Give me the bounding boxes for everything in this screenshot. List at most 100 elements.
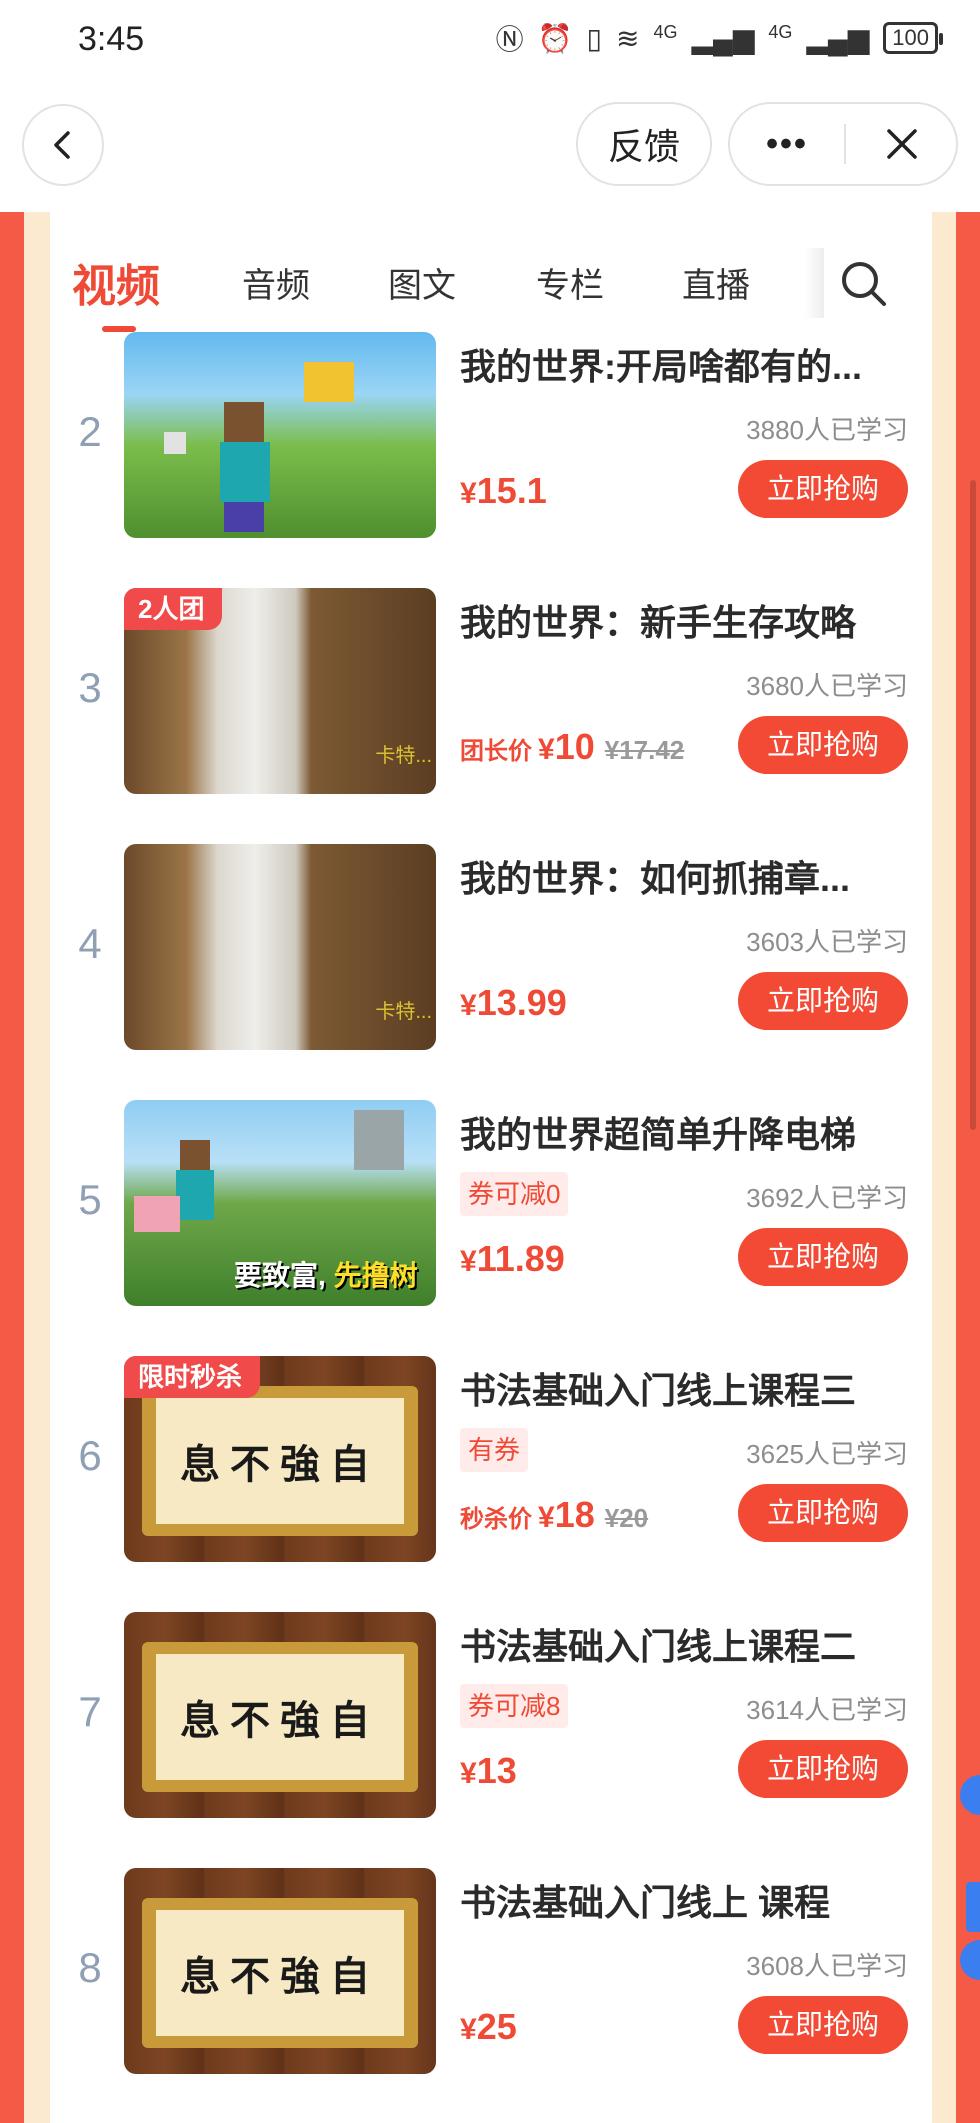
price: ¥ 13.99 bbox=[460, 982, 567, 1024]
course-thumbnail[interactable]: 息不強自 限时秒杀 bbox=[124, 1356, 436, 1562]
buy-now-button[interactable]: 立即抢购 bbox=[738, 1484, 908, 1542]
scroll-text: 息不強自 bbox=[156, 1398, 404, 1524]
course-title: 书法基础入门线上 课程 bbox=[460, 1882, 831, 1923]
course-thumbnail[interactable]: 息不強自 bbox=[124, 1868, 436, 2074]
status-time: 3:45 bbox=[78, 20, 145, 58]
calligraphy-scroll: 息不強自 bbox=[142, 1386, 418, 1536]
course-title: 书法基础入门线上课程三 bbox=[460, 1370, 857, 1411]
tab-column[interactable]: 专栏 bbox=[536, 258, 604, 307]
course-item[interactable]: 2 我的世界:开局啥都有的... 3880人已学习 ¥ 15.1 立即抢购 bbox=[50, 332, 932, 562]
buy-now-button[interactable]: 立即抢购 bbox=[738, 1996, 908, 2054]
course-thumbnail[interactable]: 息不強自 bbox=[124, 1612, 436, 1818]
course-title: 书法基础入门线上课程二 bbox=[460, 1626, 857, 1667]
price: 团长价 ¥ 10 ¥17.42 bbox=[460, 726, 684, 768]
original-price: ¥20 bbox=[604, 1503, 649, 1533]
thumbnail-caption: 要致富, 先撸树 bbox=[234, 1254, 418, 1294]
thumbnail-watermark: 卡特... bbox=[375, 745, 432, 767]
price-value: 13.99 bbox=[476, 982, 567, 1023]
search-button[interactable] bbox=[838, 258, 890, 310]
character-body bbox=[220, 442, 270, 502]
price: ¥ 13 bbox=[460, 1750, 517, 1792]
course-item[interactable]: 8 息不強自 书法基础入门线上 课程 3608人已学习 ¥ 25 立即抢购 bbox=[50, 1868, 932, 2098]
buy-now-button[interactable]: 立即抢购 bbox=[738, 1228, 908, 1286]
learner-count: 3692人已学习 bbox=[746, 1183, 908, 1213]
tab-fade bbox=[804, 248, 824, 318]
buy-now-button[interactable]: 立即抢购 bbox=[738, 1740, 908, 1798]
currency-symbol: ¥ bbox=[460, 989, 477, 1022]
rank-number: 7 bbox=[78, 1688, 102, 1735]
tab-live[interactable]: 直播 bbox=[682, 258, 750, 307]
search-icon bbox=[842, 262, 886, 306]
course-title: 我的世界:开局啥都有的... bbox=[460, 346, 862, 387]
course-thumbnail[interactable] bbox=[124, 332, 436, 538]
alarm-icon: ⏰ bbox=[537, 22, 573, 54]
tab-article[interactable]: 图文 bbox=[388, 258, 456, 307]
currency-symbol: ¥ bbox=[460, 2013, 477, 2046]
course-item[interactable]: 5 要致富, 先撸树 我的世界超简单升降电梯 券可减0 3692人已学习 ¥ 1… bbox=[50, 1100, 932, 1330]
coupon-badge: 有券 bbox=[460, 1428, 529, 1472]
rank-number: 2 bbox=[78, 408, 102, 455]
original-price: ¥17.42 bbox=[604, 735, 685, 765]
status-bar: 3:45 Ⓝ ⏰ ▯ ≋ 4G ▂▄▆ 4G ▂▄▆ 100 bbox=[0, 0, 980, 80]
group-buy-tag: 2人团 bbox=[124, 588, 223, 630]
price-value: 15.1 bbox=[476, 470, 547, 511]
flash-sale-tag: 限时秒杀 bbox=[124, 1356, 261, 1398]
thumbnail-caption-a: 要致富, bbox=[234, 1260, 334, 1291]
character-body bbox=[176, 1170, 214, 1220]
learner-count: 3603人已学习 bbox=[746, 927, 908, 957]
rank-number: 3 bbox=[78, 664, 102, 711]
character-head bbox=[224, 402, 264, 442]
price-value: 10 bbox=[554, 726, 595, 767]
learner-count: 3680人已学习 bbox=[746, 671, 908, 701]
calligraphy-scroll: 息不強自 bbox=[142, 1642, 418, 1792]
currency-symbol: ¥ bbox=[460, 1245, 477, 1278]
course-thumbnail[interactable]: 2人团 卡特... bbox=[124, 588, 436, 794]
vibrate-icon: ▯ bbox=[586, 22, 602, 54]
floating-widget[interactable] bbox=[966, 1882, 980, 1932]
tab-audio[interactable]: 音频 bbox=[242, 258, 310, 307]
rank-number: 4 bbox=[78, 920, 102, 967]
price: 秒杀价 ¥ 18 ¥20 bbox=[460, 1494, 648, 1536]
course-thumbnail[interactable]: 卡特... bbox=[124, 844, 436, 1050]
price-value: 25 bbox=[476, 2006, 517, 2047]
course-title: 我的世界：如何抓捕章... bbox=[460, 858, 851, 899]
close-button[interactable] bbox=[846, 104, 958, 184]
buy-now-button[interactable]: 立即抢购 bbox=[738, 460, 908, 518]
buy-now-button[interactable]: 立即抢购 bbox=[738, 716, 908, 774]
close-icon bbox=[887, 129, 917, 159]
price-value: 18 bbox=[554, 1494, 595, 1535]
scrollbar[interactable] bbox=[970, 480, 976, 1130]
price-label: 秒杀价 bbox=[460, 1506, 532, 1533]
chevron-left-icon bbox=[54, 131, 70, 159]
more-button[interactable]: ••• bbox=[730, 104, 844, 184]
currency-symbol: ¥ bbox=[460, 1757, 477, 1790]
course-thumbnail[interactable]: 要致富, 先撸树 bbox=[124, 1100, 436, 1306]
bee-icon bbox=[304, 362, 354, 402]
character-head bbox=[180, 1140, 210, 1170]
back-button[interactable] bbox=[22, 104, 104, 186]
price: ¥ 15.1 bbox=[460, 470, 547, 512]
learner-count: 3880人已学习 bbox=[746, 415, 908, 445]
course-item[interactable]: 3 2人团 卡特... 我的世界：新手生存攻略 3680人已学习 团长价 ¥ 1… bbox=[50, 588, 932, 818]
course-item[interactable]: 7 息不強自 书法基础入门线上课程二 券可减8 3614人已学习 ¥ 13 立即… bbox=[50, 1612, 932, 1842]
block-icon bbox=[164, 432, 186, 454]
rank-number: 6 bbox=[78, 1432, 102, 1479]
course-title: 我的世界超简单升降电梯 bbox=[460, 1114, 857, 1155]
feedback-button[interactable]: 反馈 bbox=[576, 102, 712, 186]
tab-video[interactable]: 视频 bbox=[72, 250, 160, 314]
price: ¥ 25 bbox=[460, 2006, 517, 2048]
rank-number: 8 bbox=[78, 1944, 102, 1991]
course-item[interactable]: 4 卡特... 我的世界：如何抓捕章... 3603人已学习 ¥ 13.99 立… bbox=[50, 844, 932, 1074]
scroll-text: 息不強自 bbox=[156, 1910, 404, 2036]
course-item[interactable]: 6 息不強自 限时秒杀 书法基础入门线上课程三 有券 3625人已学习 秒杀价 … bbox=[50, 1356, 932, 1586]
status-icons: Ⓝ ⏰ ▯ ≋ 4G ▂▄▆ 4G ▂▄▆ 100 bbox=[496, 18, 943, 58]
course-title: 我的世界：新手生存攻略 bbox=[460, 602, 857, 643]
coupon-badge: 券可减8 bbox=[460, 1684, 569, 1728]
buy-now-button[interactable]: 立即抢购 bbox=[738, 972, 908, 1030]
mini-program-capsule: ••• bbox=[728, 102, 958, 186]
signal-icon-2: ▂▄▆ bbox=[806, 22, 870, 54]
signal-icon-1: ▂▄▆ bbox=[691, 22, 755, 54]
price-value: 13 bbox=[476, 1750, 517, 1791]
block-icon bbox=[354, 1110, 404, 1170]
currency-symbol: ¥ bbox=[538, 733, 555, 766]
